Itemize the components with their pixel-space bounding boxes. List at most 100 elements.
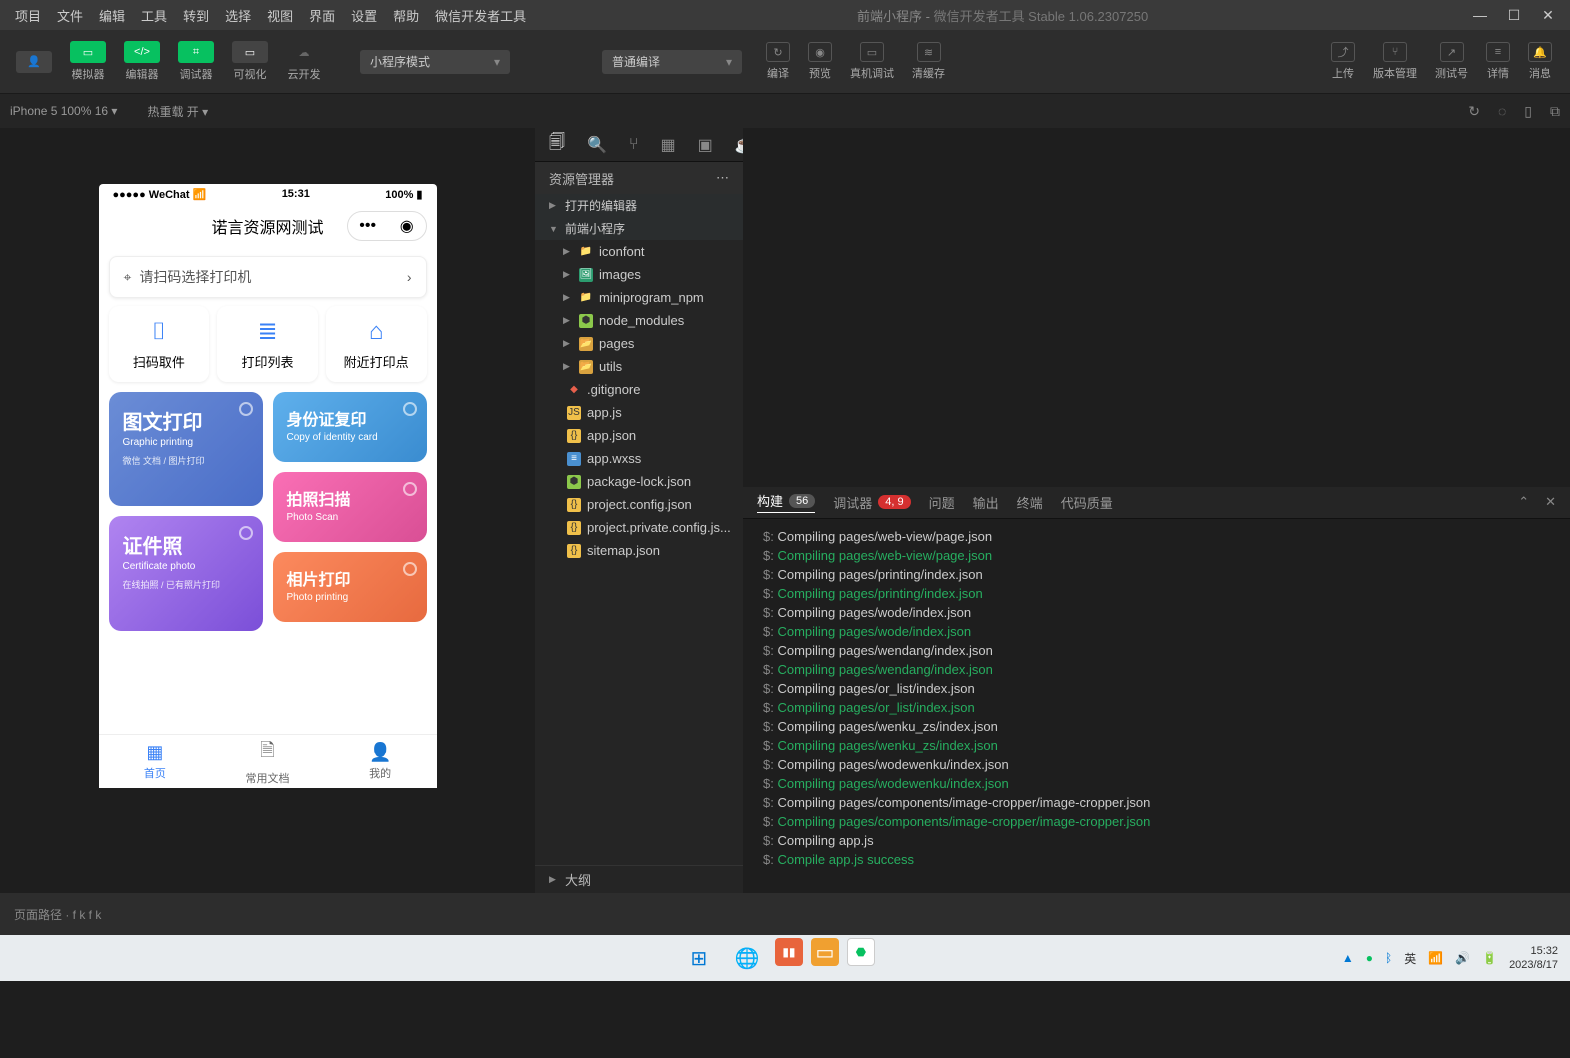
edge-icon[interactable]: 🌐 [727,938,767,978]
menu-设置[interactable]: 设置 [344,2,384,29]
right-详情[interactable]: ≡详情 [1478,40,1518,83]
toolbar-可视化[interactable]: ▭可视化 [226,39,274,84]
menu-工具[interactable]: 工具 [134,2,174,29]
phone-action-打印列表[interactable]: ≣打印列表 [217,306,318,382]
console-tabs: 构建56 调试器4, 9 问题输出终端代码质量 ⌃ ✕ [743,487,1570,519]
action-真机调试[interactable]: ▭真机调试 [842,40,902,83]
right-消息[interactable]: 🔔消息 [1520,40,1560,83]
tree-iconfont[interactable]: ▶📁iconfont [535,240,743,263]
open-editors-section[interactable]: ▶打开的编辑器 [535,194,743,217]
tree-project.config.json[interactable]: {}project.config.json [535,493,743,516]
menu-编辑[interactable]: 编辑 [92,2,132,29]
console-tab-问题[interactable]: 问题 [929,493,955,512]
tree-sitemap.json[interactable]: {}sitemap.json [535,539,743,562]
console-tab-输出[interactable]: 输出 [973,493,999,512]
action-编译[interactable]: ↻编译 [758,40,798,83]
phone-action-附近打印点[interactable]: ⌂附近打印点 [326,306,427,382]
explorer-tab-icon[interactable]: 🗐 [549,131,565,158]
title-bar: 项目文件编辑工具转到选择视图界面设置帮助微信开发者工具 前端小程序 - 微信开发… [0,0,1570,30]
tree-miniprogram_npm[interactable]: ▶📁miniprogram_npm [535,286,743,309]
stop-icon[interactable]: ◌ [1498,103,1506,120]
menu-文件[interactable]: 文件 [50,2,90,29]
menu-界面[interactable]: 界面 [302,2,342,29]
minimize-button[interactable]: — [1472,7,1488,23]
toolbar-调试器[interactable]: ⌗调试器 [172,39,220,84]
tree-.gitignore[interactable]: ◆.gitignore [535,378,743,401]
tree-project.private.config.js...[interactable]: {}project.private.config.js... [535,516,743,539]
menu-选择[interactable]: 选择 [218,2,258,29]
device-icon[interactable]: ▯ [1524,103,1532,120]
refresh-icon[interactable]: ↻ [1468,103,1480,120]
right-测试号[interactable]: ↗测试号 [1427,40,1476,83]
maximize-button[interactable]: ☐ [1506,7,1522,23]
right-版本管理[interactable]: ⑂版本管理 [1365,40,1425,83]
phone-action-扫码取件[interactable]: ⌷扫码取件 [109,306,210,382]
close-button[interactable]: ✕ [1540,7,1556,23]
capsule-button[interactable]: •••◉ [347,211,427,241]
menu-项目[interactable]: 项目 [8,2,48,29]
console-collapse-icon[interactable]: ⌃ [1518,494,1529,510]
bluetooth-icon[interactable]: ᛒ [1385,951,1392,965]
compile-select[interactable]: 普通编译▾ [602,50,742,74]
tree-node_modules[interactable]: ▶⬢node_modules [535,309,743,332]
start-button[interactable]: ⊞ [679,938,719,978]
ime-indicator[interactable]: 英 [1404,950,1416,967]
card-photo-printing[interactable]: 相片打印Photo printing [273,552,427,622]
phone-tab-常用文档[interactable]: 🗎常用文档 [211,735,324,788]
search-tab-icon[interactable]: 🔍 [587,135,607,155]
console-tab-代码质量[interactable]: 代码质量 [1061,493,1113,512]
menu-转到[interactable]: 转到 [176,2,216,29]
devtools-taskbar-icon[interactable]: ⬣ [847,938,875,966]
tree-images[interactable]: ▶🖼images [535,263,743,286]
console-tab-构建[interactable]: 构建56 [757,491,815,513]
menu-帮助[interactable]: 帮助 [386,2,426,29]
toolbar-云开发[interactable]: ☁云开发 [280,39,328,84]
console-line: $: Compile app.js success [763,850,1550,869]
mode-select[interactable]: 小程序模式▾ [360,50,510,74]
phone-tab-我的[interactable]: 👤我的 [324,735,437,788]
detach-icon[interactable]: ⧉ [1550,103,1560,120]
menu-bar: 项目文件编辑工具转到选择视图界面设置帮助微信开发者工具 [8,2,533,29]
battery-icon[interactable]: 🔋 [1482,951,1497,965]
debug-tab-icon[interactable]: ▣ [698,135,713,155]
tree-app.wxss[interactable]: ≡app.wxss [535,447,743,470]
git-tab-icon[interactable]: ⑂ [629,136,639,154]
printer-scan-bar[interactable]: ⌖请扫码选择打印机› [109,256,427,298]
wifi-icon[interactable]: 📶 [1428,951,1443,965]
card-graphic-printing[interactable]: 图文打印Graphic printing微信 文档 / 图片打印 [109,392,263,506]
tree-app.json[interactable]: {}app.json [535,424,743,447]
action-预览[interactable]: ◉预览 [800,40,840,83]
avatar[interactable]: 👤 [10,49,58,75]
outline-section[interactable]: ▶大纲 [535,865,743,893]
console-tab-调试器[interactable]: 调试器4, 9 [833,493,910,512]
action-清缓存[interactable]: ≋清缓存 [904,40,953,83]
toolbar-编辑器[interactable]: </>编辑器 [118,39,166,84]
wechat-tray-icon[interactable]: ● [1366,951,1373,965]
card-id-copy[interactable]: 身份证复印Copy of identity card [273,392,427,462]
card-photo-scan[interactable]: 拍照扫描Photo Scan [273,472,427,542]
right-上传[interactable]: ⤴上传 [1323,40,1363,83]
tree-app.js[interactable]: JSapp.js [535,401,743,424]
console-line: $: Compiling pages/wode/index.json [763,603,1550,622]
phone-tab-首页[interactable]: ▦首页 [99,735,212,788]
console-close-icon[interactable]: ✕ [1545,494,1556,510]
app-icon-1[interactable]: ▮▮ [775,938,803,966]
ext-tab-icon[interactable]: ▦ [661,135,676,155]
taskbar-clock[interactable]: 15:322023/8/17 [1509,944,1558,972]
menu-微信开发者工具[interactable]: 微信开发者工具 [428,2,533,29]
device-select[interactable]: iPhone 5 100% 16 ▾ [10,104,117,118]
console-tab-终端[interactable]: 终端 [1017,493,1043,512]
volume-icon[interactable]: 🔊 [1455,951,1470,965]
app-icon-2[interactable]: ▭ [811,938,839,966]
console-output[interactable]: $: Compiling pages/web-view/page.json$: … [743,519,1570,894]
card-certificate-photo[interactable]: 证件照Certificate photo在线拍照 / 已有照片打印 [109,516,263,631]
toolbar-模拟器[interactable]: ▭模拟器 [64,39,112,84]
hot-reload-toggle[interactable]: 热重载 开 ▾ [147,103,208,120]
tree-pages[interactable]: ▶📂pages [535,332,743,355]
menu-视图[interactable]: 视图 [260,2,300,29]
tree-package-lock.json[interactable]: ⬢package-lock.json [535,470,743,493]
tray-icon[interactable]: ▲ [1342,951,1354,965]
tree-utils[interactable]: ▶📂utils [535,355,743,378]
project-section[interactable]: ▼前端小程序 [535,217,743,240]
explorer-more-icon[interactable]: ⋯ [716,170,729,186]
